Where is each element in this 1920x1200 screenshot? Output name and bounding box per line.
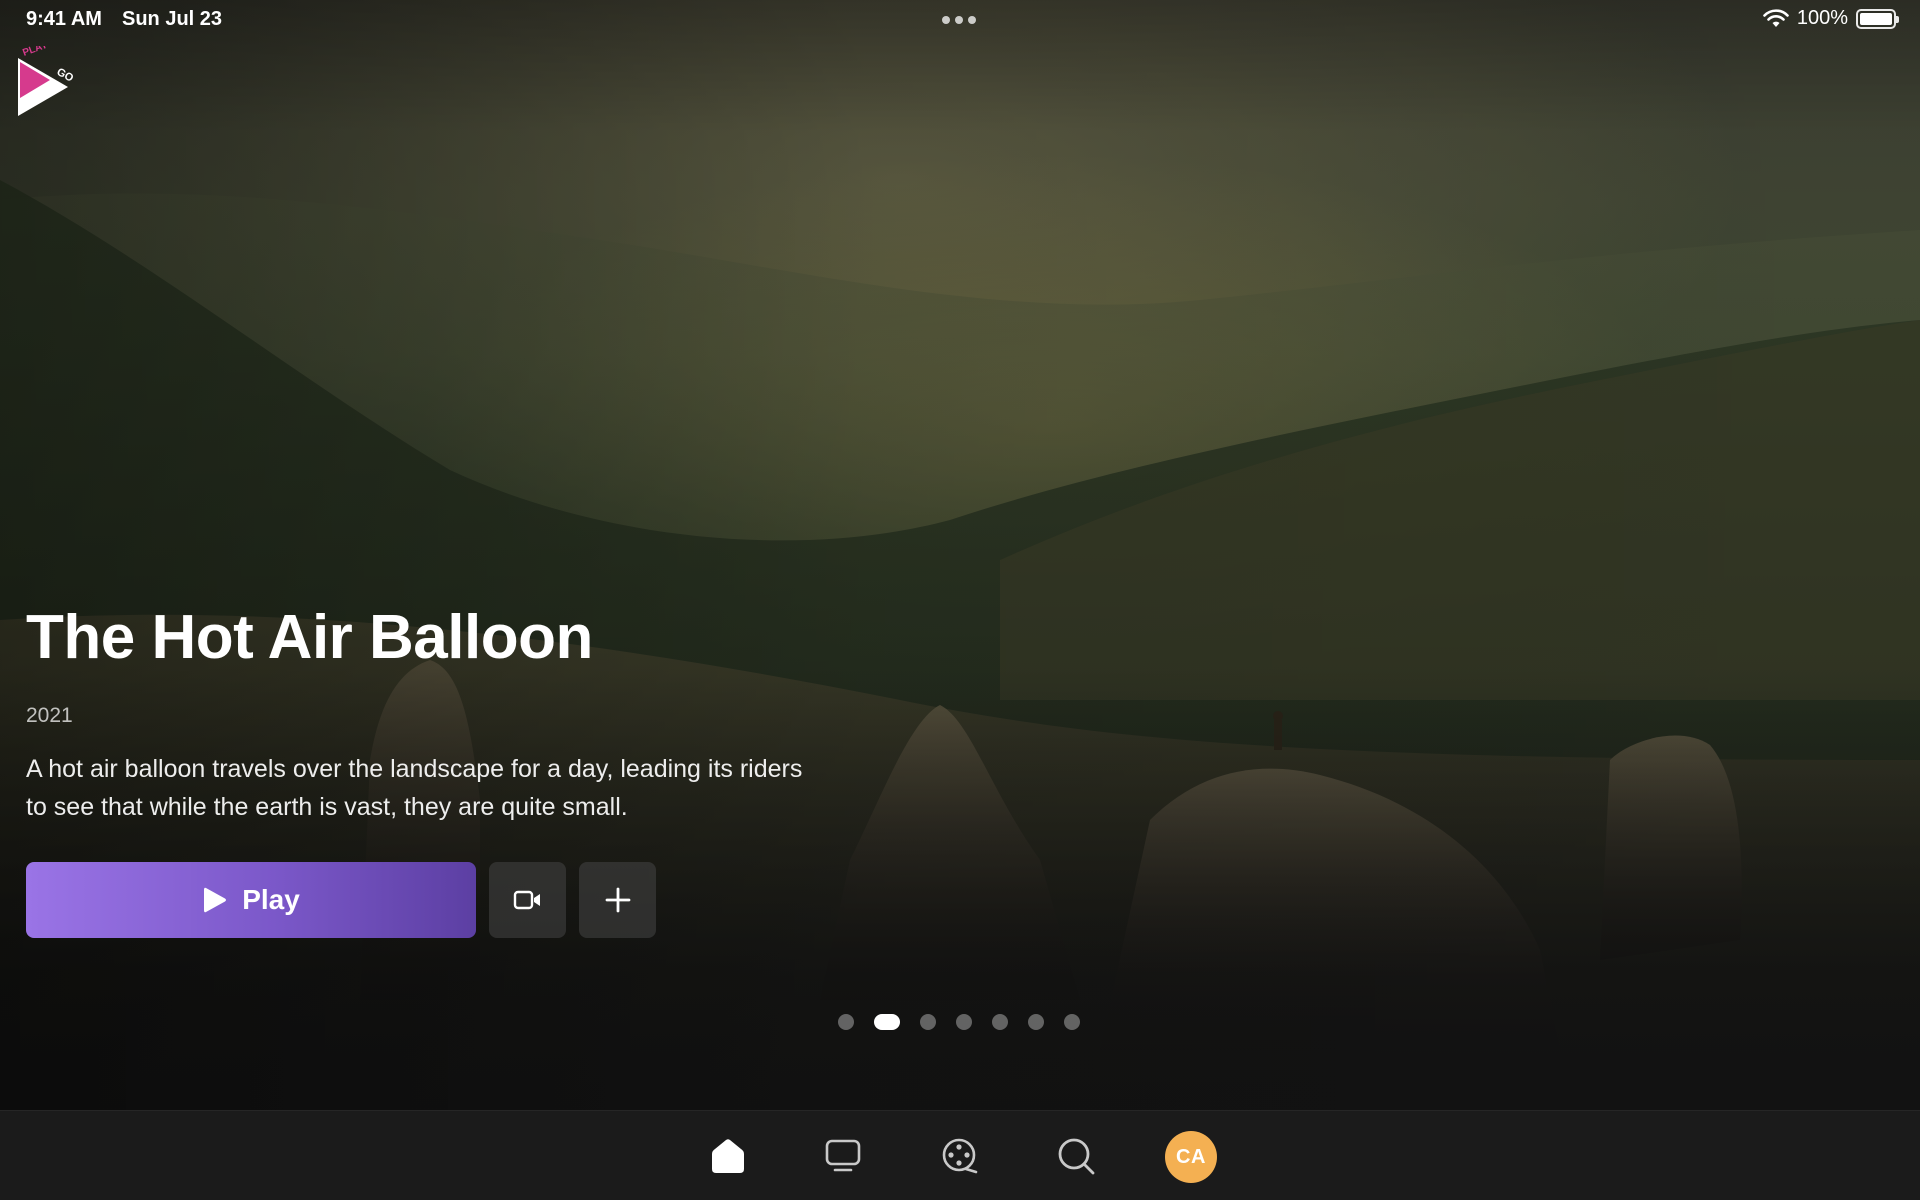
profile-avatar[interactable]: CA — [1165, 1131, 1217, 1183]
carousel-dot[interactable] — [992, 1014, 1008, 1030]
status-time: 9:41 AM — [26, 8, 102, 30]
battery-percent: 100% — [1796, 7, 1848, 29]
dot — [955, 16, 963, 24]
plus-icon — [605, 887, 630, 913]
dot — [968, 16, 976, 24]
featured-title: The Hot Air Balloon — [26, 603, 593, 672]
battery-icon — [1856, 8, 1899, 29]
play-icon — [204, 887, 227, 913]
wifi-icon — [1763, 8, 1789, 27]
trailer-button[interactable] — [489, 862, 566, 938]
film-reel-icon — [942, 1138, 978, 1174]
status-bar: 9:41 AM Sun Jul 23 100% — [0, 0, 1920, 40]
avatar-initials: CA — [1176, 1145, 1206, 1168]
search-icon — [1058, 1138, 1095, 1175]
multitasking-dots[interactable] — [942, 16, 976, 24]
carousel-dot-active[interactable] — [874, 1014, 900, 1030]
play-button[interactable]: Play — [26, 862, 476, 938]
tab-home[interactable] — [705, 1133, 751, 1179]
carousel-dot[interactable] — [1064, 1014, 1080, 1030]
featured-year: 2021 — [26, 704, 73, 727]
dot — [942, 16, 950, 24]
carousel-dot[interactable] — [920, 1014, 936, 1030]
home-icon — [712, 1139, 744, 1173]
status-date: Sun Jul 23 — [122, 8, 223, 30]
carousel-pager — [838, 1014, 1080, 1030]
hero-shade — [0, 0, 1920, 1110]
play-triangle-logo-icon: PLAY GO — [18, 40, 76, 116]
tab-tv[interactable] — [820, 1133, 866, 1179]
featured-info: The Hot Air Balloon 2021 A hot air ballo… — [26, 600, 846, 826]
playgo-logo[interactable]: PLAY GO — [18, 40, 80, 118]
featured-actions: Play — [26, 862, 656, 938]
carousel-dot[interactable] — [956, 1014, 972, 1030]
video-camera-icon — [513, 890, 540, 910]
battery-fill — [1860, 12, 1892, 25]
logo-text-play: PLAY — [21, 46, 49, 59]
add-to-list-button[interactable] — [579, 862, 656, 938]
carousel-dot[interactable] — [838, 1014, 854, 1030]
play-button-label: Play — [242, 884, 300, 915]
hero-banner — [0, 0, 1920, 1110]
status-right: 100% — [1763, 7, 1899, 30]
tab-search[interactable] — [1053, 1133, 1099, 1179]
carousel-dot[interactable] — [1028, 1014, 1044, 1030]
tab-movies[interactable] — [937, 1133, 983, 1179]
bottom-tab-bar: CA — [0, 1110, 1920, 1200]
featured-description: A hot air balloon travels over the lands… — [26, 755, 803, 821]
tv-icon — [825, 1139, 861, 1172]
